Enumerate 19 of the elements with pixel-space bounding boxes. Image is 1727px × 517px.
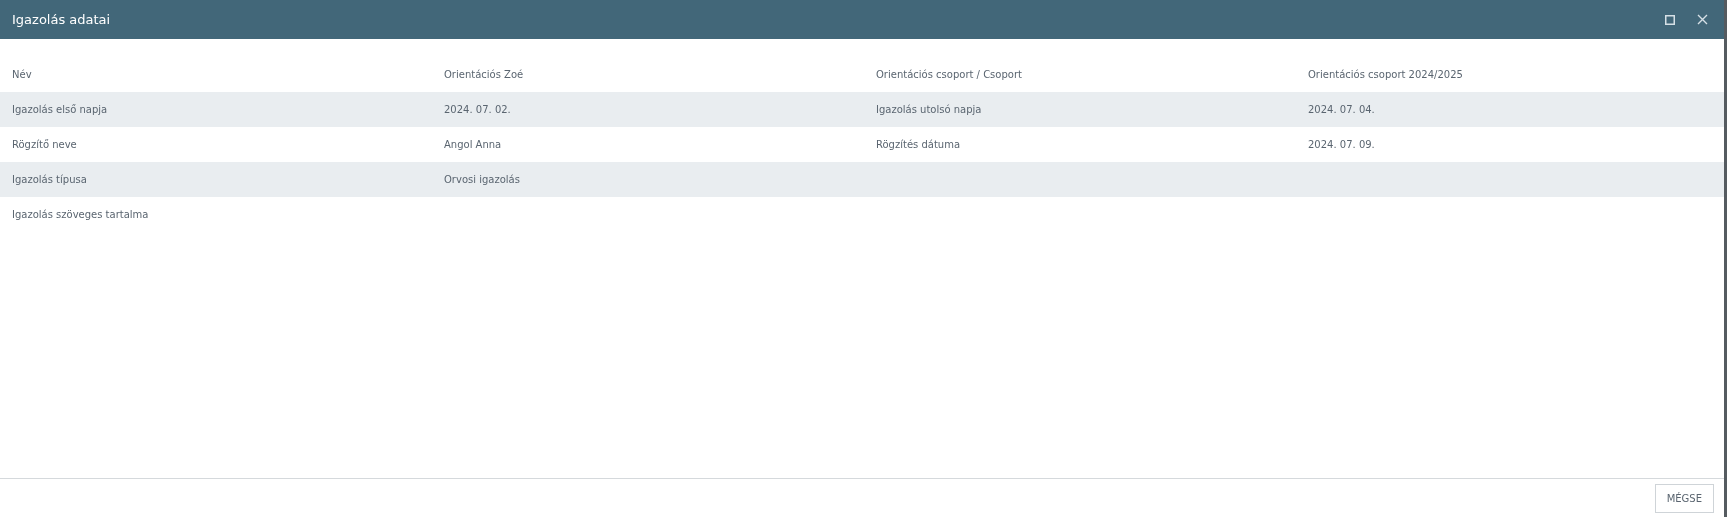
field-label: Név <box>11 69 33 80</box>
field-value: 2024. 07. 09. <box>1307 139 1376 150</box>
field-value: 2024. 07. 04. <box>1307 104 1376 115</box>
cancel-button[interactable]: MÉGSE <box>1654 483 1714 513</box>
field-label: Igazolás utolsó napja <box>875 104 983 115</box>
field-value: Orvosi igazolás <box>443 174 521 185</box>
close-button[interactable] <box>1697 14 1708 25</box>
field-label: Orientációs csoport / Csoport <box>875 69 1023 80</box>
field-value: 2024. 07. 02. <box>443 104 512 115</box>
window-title: Igazolás adatai <box>12 12 112 27</box>
field-label: Igazolás típusa <box>11 174 88 185</box>
maximize-button[interactable] <box>1665 14 1675 25</box>
field-label: Igazolás első napja <box>11 104 109 115</box>
field-value: Angol Anna <box>443 139 503 150</box>
field-label: Igazolás szöveges tartalma <box>11 209 150 220</box>
field-label: Rögzítés dátuma <box>875 139 962 150</box>
field-value: Orientációs Zoé <box>443 69 525 80</box>
field-label: Rögzítő neve <box>11 139 78 150</box>
field-value: Orientációs csoport 2024/2025 <box>1307 69 1464 80</box>
